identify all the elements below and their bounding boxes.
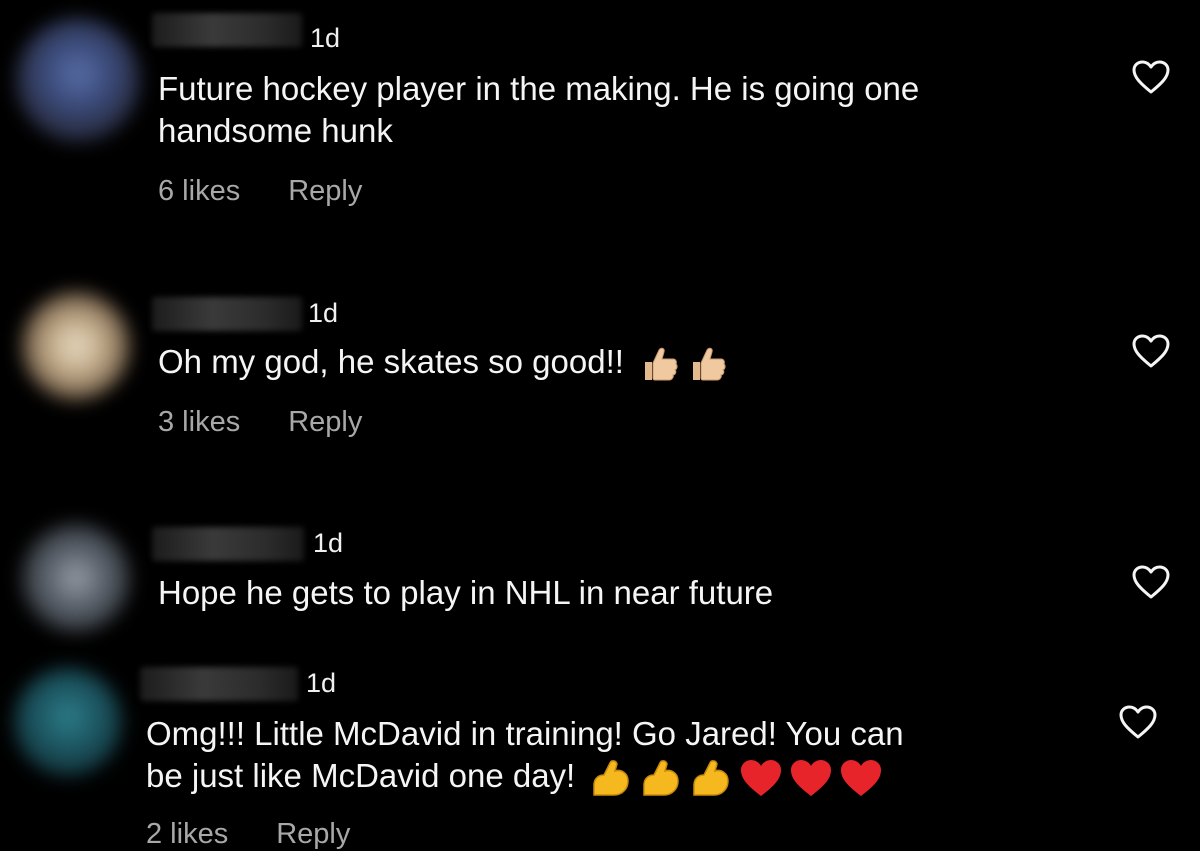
comment-text-line: Oh my god, he skates so good!! (158, 341, 729, 386)
like-heart-outline-icon[interactable] (1131, 333, 1171, 369)
reply-button[interactable]: Reply (276, 818, 350, 850)
comment-meta: 3 likes Reply (158, 406, 362, 439)
comment-timestamp: 1d (308, 298, 339, 328)
comment-text-line: Future hockey player in the making. He i… (158, 70, 920, 107)
commenter-avatar[interactable] (22, 292, 130, 400)
comment-item: 1d Future hockey player in the making. H… (0, 0, 1200, 240)
commenter-username[interactable] (152, 527, 304, 561)
comment-text-line: handsome hunk (158, 112, 393, 149)
comment-meta: 2 likes Reply (146, 818, 350, 851)
comment-timestamp: 1d (306, 668, 337, 698)
like-heart-outline-icon[interactable] (1118, 704, 1158, 740)
comment-text: Future hockey player in the making. He i… (158, 68, 919, 152)
comment-text: Omg!!! Little McDavid in training! Go Ja… (146, 713, 904, 799)
red-heart-emoji (791, 760, 832, 797)
comment-timestamp: 1d (313, 528, 344, 558)
likes-count[interactable]: 2 likes (146, 818, 228, 850)
comment-item: 1d Omg!!! Little McDavid in training! Go… (0, 650, 1200, 851)
like-heart-outline-icon[interactable] (1131, 564, 1171, 600)
comment-text-body: Oh my god, he skates so good!! (158, 343, 624, 380)
comment-item: 1d Oh my god, he skates so good!! 3 like… (0, 280, 1200, 480)
like-heart-outline-icon[interactable] (1131, 59, 1171, 95)
comment-timestamp: 1d (310, 23, 341, 53)
likes-count[interactable]: 3 likes (158, 406, 240, 438)
commenter-username[interactable] (152, 297, 302, 331)
comment-text-line: be just like McDavid one day! (146, 755, 904, 799)
flexed-biceps-emoji (593, 760, 630, 797)
commenter-avatar[interactable] (14, 668, 122, 776)
thumbs-up-emoji (645, 348, 678, 381)
red-heart-emoji (841, 760, 882, 797)
commenter-username[interactable] (152, 13, 302, 47)
comment-meta: 6 likes Reply (158, 175, 362, 208)
flexed-biceps-emoji (643, 760, 680, 797)
commenter-username[interactable] (140, 667, 298, 701)
reply-button[interactable]: Reply (288, 175, 362, 207)
comment-item: 1d Hope he gets to play in NHL in near f… (0, 510, 1200, 650)
thumbs-up-emoji (693, 348, 726, 381)
comment-text-line: Omg!!! Little McDavid in training! Go Ja… (146, 715, 904, 752)
comment-text: Hope he gets to play in NHL in near futu… (158, 572, 773, 614)
commenter-avatar[interactable] (22, 524, 130, 632)
commenter-avatar[interactable] (16, 18, 140, 142)
comment-text-body: be just like McDavid one day! (146, 757, 576, 794)
reply-button[interactable]: Reply (288, 406, 362, 438)
comment-text-line: Hope he gets to play in NHL in near futu… (158, 574, 774, 611)
comment-text: Oh my god, he skates so good!! (158, 341, 729, 386)
likes-count[interactable]: 6 likes (158, 175, 240, 207)
flexed-biceps-emoji (693, 760, 730, 797)
red-heart-emoji (741, 760, 782, 797)
